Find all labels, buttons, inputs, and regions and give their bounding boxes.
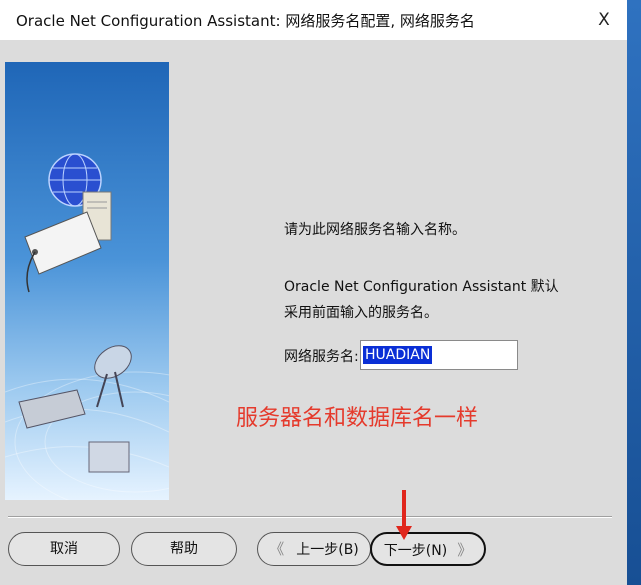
footer-divider bbox=[8, 516, 612, 518]
chevron-right-icon: 》 bbox=[457, 541, 473, 559]
info-text-line1: Oracle Net Configuration Assistant 默认 bbox=[284, 279, 559, 295]
dialog-window: Oracle Net Configuration Assistant: 网络服务… bbox=[0, 0, 627, 585]
cancel-button[interactable]: 取消 bbox=[8, 532, 120, 566]
info-text-line2: 采用前面输入的服务名。 bbox=[284, 305, 438, 321]
chevron-left-icon: 《 bbox=[269, 540, 285, 558]
name-prompt: 请为此网络服务名输入名称。 bbox=[284, 222, 466, 238]
back-button-label: 上一步(B) bbox=[296, 542, 359, 558]
window-title: Oracle Net Configuration Assistant: 网络服务… bbox=[16, 12, 475, 30]
red-down-arrow-icon bbox=[396, 490, 412, 540]
title-bar: Oracle Net Configuration Assistant: 网络服务… bbox=[0, 0, 627, 40]
service-name-label: 网络服务名: bbox=[284, 349, 359, 365]
next-button-label: 下一步(N) bbox=[383, 543, 448, 559]
red-annotation: 服务器名和数据库名一样 bbox=[236, 406, 479, 431]
service-name-input[interactable]: HUADIAN bbox=[360, 340, 518, 370]
desktop-background bbox=[627, 0, 641, 585]
folder-icon bbox=[88, 441, 130, 473]
close-button[interactable]: X bbox=[581, 0, 627, 40]
back-button[interactable]: 《上一步(B) bbox=[257, 532, 371, 566]
dialog-body: 请为此网络服务名输入名称。 Oracle Net Configuration A… bbox=[0, 40, 627, 585]
service-name-value[interactable]: HUADIAN bbox=[363, 346, 433, 364]
side-illustration bbox=[5, 62, 169, 500]
next-button[interactable]: 下一步(N) 》 bbox=[370, 532, 486, 566]
help-button[interactable]: 帮助 bbox=[131, 532, 237, 566]
